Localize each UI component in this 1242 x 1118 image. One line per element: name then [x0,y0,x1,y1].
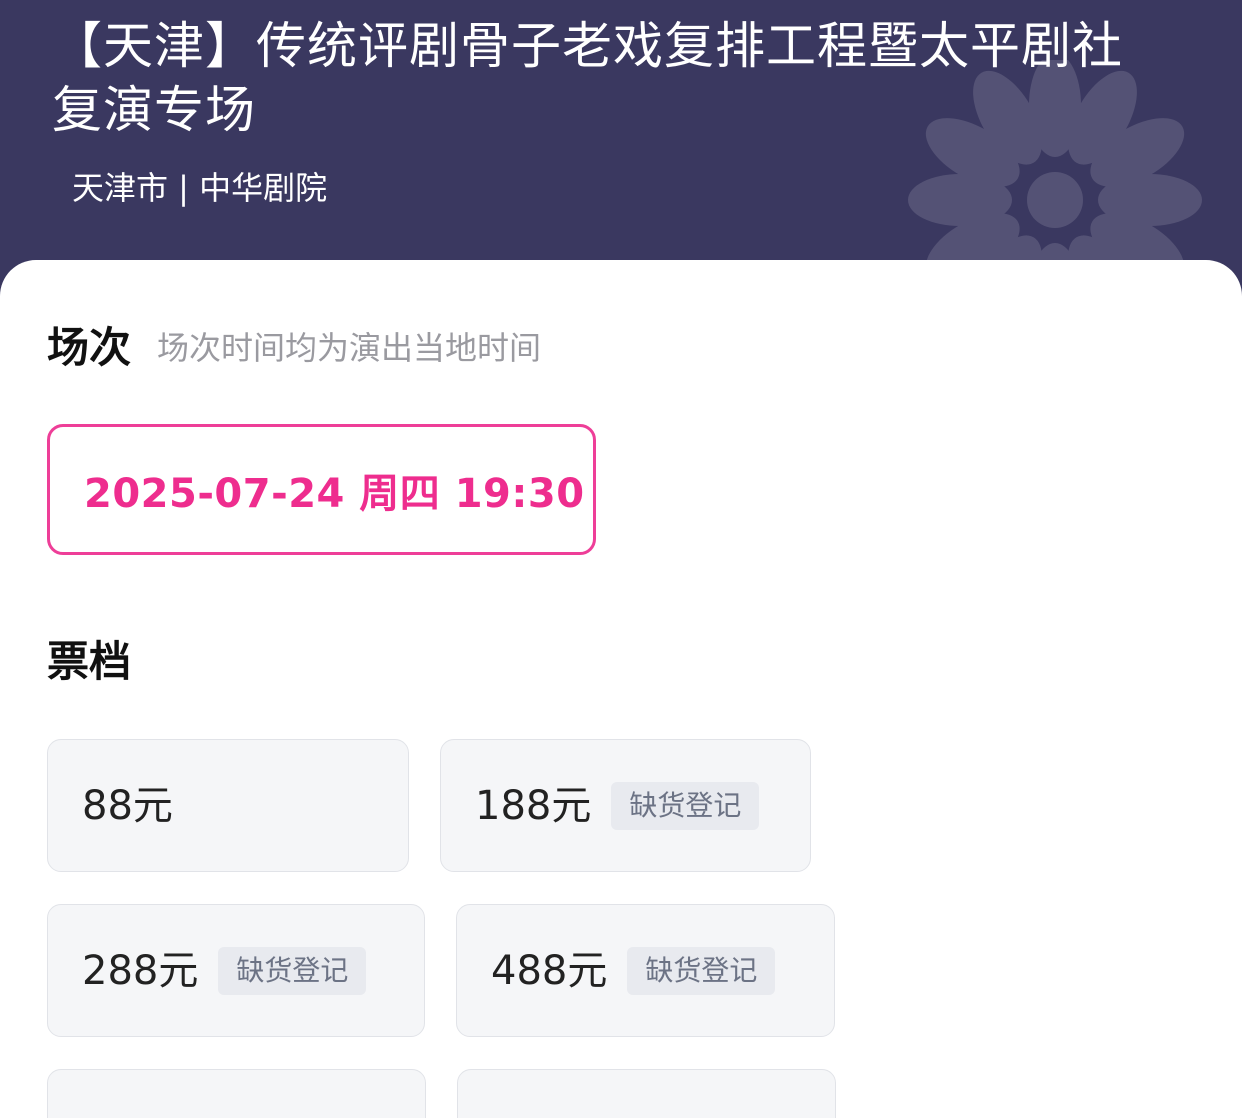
ticket-tier-option[interactable] [457,1069,836,1118]
ticket-price: 88元 [82,782,173,829]
sessions-note: 场次时间均为演出当地时间 [157,329,542,367]
ticket-price: 188元 [475,782,592,829]
ticket-tier-option[interactable]: 188元 缺货登记 [440,739,811,872]
ticket-tier-option[interactable]: 488元 缺货登记 [456,904,835,1037]
waitlist-badge: 缺货登记 [218,946,367,995]
tickets-heading: 票档 [47,637,132,686]
ticket-price: 488元 [491,947,608,994]
event-location: 天津市 | 中华剧院 [72,169,328,207]
ticket-price: 288元 [82,947,199,994]
event-title: 【天津】传统评剧骨子老戏复排工程暨太平剧社复演专场 [52,17,1123,139]
ticket-tier-option[interactable]: 88元 [47,739,409,872]
ticket-tier-option[interactable]: 288元 缺货登记 [47,904,425,1037]
waitlist-badge: 缺货登记 [627,946,776,995]
session-option-selected[interactable]: 2025-07-24 周四 19:30 [47,424,596,555]
ticket-tier-option[interactable] [47,1069,426,1118]
sessions-heading: 场次 [47,323,132,372]
waitlist-badge: 缺货登记 [611,781,760,830]
